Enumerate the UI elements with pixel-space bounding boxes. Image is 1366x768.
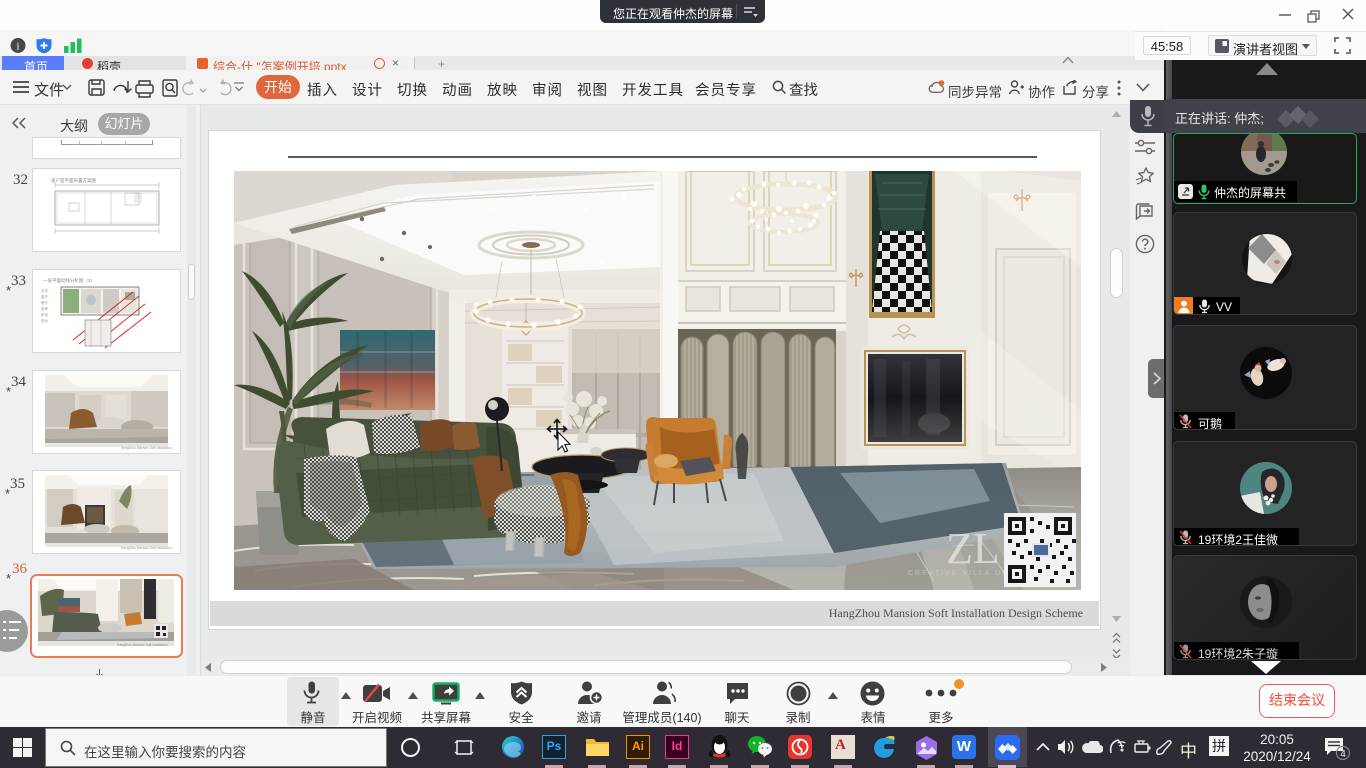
svg-text:i: i — [16, 41, 19, 53]
svg-text:厨房: 厨房 — [41, 306, 48, 311]
svg-text:HangZhou Mansion Soft Installa: HangZhou Mansion Soft Installation — [117, 643, 168, 647]
svg-text:餐厅: 餐厅 — [41, 300, 48, 305]
svg-text:一层平面动线分析图（2）: 一层平面动线分析图（2） — [43, 277, 95, 284]
svg-text:某户型平面布置方案图: 某户型平面布置方案图 — [51, 177, 96, 184]
svg-text:ZL: ZL — [946, 524, 1000, 573]
svg-text:客厅: 客厅 — [41, 294, 48, 299]
svg-text:4: 4 — [1340, 749, 1346, 760]
svg-text:HangZhou Mansion Soft Installa: HangZhou Mansion Soft Installation — [121, 546, 172, 550]
svg-text:HangZhou Mansion Soft Installa: HangZhou Mansion Soft Installation — [121, 446, 172, 450]
svg-text:玄关: 玄关 — [41, 288, 48, 293]
svg-text:阳台: 阳台 — [41, 318, 48, 323]
svg-text:卧室: 卧室 — [41, 312, 48, 317]
